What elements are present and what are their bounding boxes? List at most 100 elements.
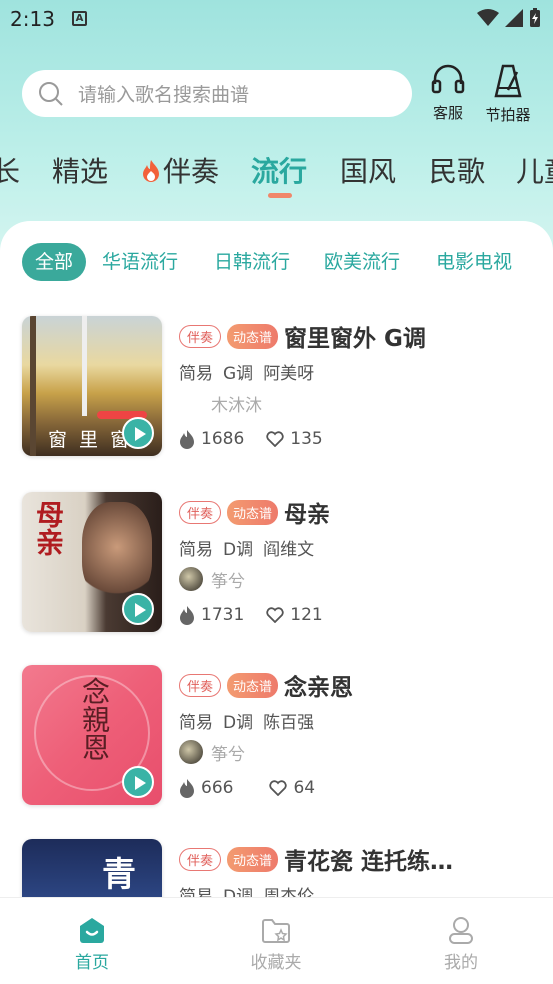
cover-text: 窗 里 窗 [48, 429, 133, 451]
artist: 阎维文 [263, 540, 315, 560]
song-cover[interactable]: 窗 里 窗 [22, 316, 162, 456]
search-input[interactable]: 请输入歌名搜索曲谱 [22, 70, 412, 117]
nav-favorites[interactable]: 收藏夹 [236, 916, 316, 973]
nav-mine[interactable]: 我的 [421, 916, 501, 973]
song-cover[interactable]: 母亲 [22, 492, 162, 632]
uploader[interactable]: 木沐沐 [179, 391, 539, 416]
like-count: 64 [293, 778, 316, 798]
difficulty: 简易 [179, 713, 213, 733]
song-item[interactable]: 念親恩 伴奏 动态谱 念亲恩 简易 D调 陈百强 筝兮 666 64 [22, 665, 542, 807]
active-tab-indicator [268, 193, 292, 198]
tab-category-1[interactable]: 精选 [52, 150, 108, 190]
user-icon [421, 916, 501, 944]
song-stats: 666 64 [179, 778, 539, 798]
tab-category-2[interactable]: 伴奏 [163, 150, 219, 190]
tab-category-4[interactable]: 国风 [340, 150, 396, 190]
battery-icon [530, 8, 540, 27]
subtab-2[interactable]: 日韩流行 [214, 243, 290, 281]
difficulty: 简易 [179, 364, 213, 384]
customer-service-button[interactable]: 客服 [418, 64, 478, 123]
heart-icon[interactable] [266, 607, 284, 623]
accompaniment-tag: 伴奏 [179, 847, 222, 871]
uploader-name: 筝兮 [211, 571, 245, 592]
cover-text: 母亲 [32, 500, 65, 556]
bottom-navigation: 首页 收藏夹 我的 [0, 897, 553, 984]
subcategory-tabs: 全部 华语流行 日韩流行 欧美流行 电影电视 [0, 243, 553, 283]
heart-icon[interactable] [269, 780, 288, 796]
accompaniment-tag: 伴奏 [179, 500, 222, 524]
song-meta: 简易 G调 阿美呀 [179, 359, 539, 384]
search-placeholder: 请输入歌名搜索曲谱 [78, 84, 250, 106]
like-count: 135 [290, 429, 323, 449]
subtab-3[interactable]: 欧美流行 [324, 243, 400, 281]
artist: 陈百强 [263, 713, 315, 733]
song-stats: 1731 121 [179, 605, 539, 625]
avatar [179, 391, 203, 415]
song-meta: 简易 D调 陈百强 [179, 708, 539, 733]
avatar [179, 567, 203, 591]
key: D调 [223, 713, 254, 733]
nav-home[interactable]: 首页 [52, 916, 132, 973]
cover-text: 念親恩 [78, 677, 111, 761]
dynamic-score-tag: 动态谱 [227, 323, 279, 349]
headset-icon [431, 64, 465, 94]
metronome-icon [494, 64, 522, 98]
artist: 阿美呀 [263, 364, 315, 384]
home-icon [52, 916, 132, 944]
signal-icon [505, 9, 523, 27]
subtab-4[interactable]: 电影电视 [436, 243, 512, 281]
song-title: 念亲恩 [284, 675, 354, 701]
nav-home-label: 首页 [75, 953, 109, 973]
notification-a-icon: A [72, 11, 87, 26]
uploader[interactable]: 筝兮 [179, 740, 539, 765]
tab-category-5[interactable]: 民歌 [429, 150, 485, 190]
song-cover[interactable]: 念親恩 [22, 665, 162, 805]
status-time: 2:13 [10, 7, 55, 31]
dynamic-score-tag: 动态谱 [227, 672, 279, 698]
accompaniment-tag: 伴奏 [179, 324, 222, 348]
search-icon [39, 81, 63, 106]
wifi-icon [477, 9, 499, 26]
customer-service-label: 客服 [432, 104, 463, 122]
uploader-name: 筝兮 [211, 744, 245, 765]
uploader-name: 木沐沐 [211, 395, 262, 416]
key: G调 [223, 364, 254, 384]
play-button[interactable] [122, 766, 154, 798]
like-count: 121 [290, 605, 323, 625]
flame-icon [179, 778, 195, 798]
play-count: 1686 [201, 429, 245, 449]
difficulty: 简易 [179, 540, 213, 560]
nav-favorites-label: 收藏夹 [250, 953, 302, 973]
play-button[interactable] [122, 417, 154, 449]
play-button[interactable] [122, 593, 154, 625]
accompaniment-tag: 伴奏 [179, 673, 222, 697]
flame-icon [179, 605, 195, 625]
dynamic-score-tag: 动态谱 [227, 846, 279, 872]
play-count: 1731 [201, 605, 245, 625]
status-icons [477, 8, 541, 28]
folder-star-icon [236, 916, 316, 944]
avatar [179, 740, 203, 764]
tab-category-0[interactable]: 长 [0, 150, 20, 190]
song-meta: 简易 D调 阎维文 [179, 535, 539, 560]
song-item[interactable]: 母亲 伴奏 动态谱 母亲 简易 D调 阎维文 筝兮 1731 121 [22, 492, 542, 634]
song-stats: 1686 135 [179, 429, 539, 449]
tab-category-3[interactable]: 流行 [251, 150, 307, 190]
metronome-label: 节拍器 [485, 106, 531, 124]
song-title: 窗里窗外 G调 [284, 326, 426, 352]
status-bar: 2:13 A [0, 0, 553, 40]
uploader[interactable]: 筝兮 [179, 567, 539, 592]
flame-icon [179, 429, 195, 449]
play-count: 666 [201, 778, 234, 798]
subtab-1[interactable]: 华语流行 [102, 243, 178, 281]
tab-category-6[interactable]: 儿童 [516, 150, 553, 190]
song-item[interactable]: 窗 里 窗 伴奏 动态谱 窗里窗外 G调 简易 G调 阿美呀 木沐沐 1686 13… [22, 316, 542, 458]
metronome-button[interactable]: 节拍器 [478, 64, 538, 125]
nav-mine-label: 我的 [444, 953, 478, 973]
cover-text: 青 [102, 855, 136, 895]
key: D调 [223, 540, 254, 560]
fire-icon [141, 159, 161, 187]
heart-icon[interactable] [266, 431, 284, 447]
song-title: 青花瓷 连托练… [284, 849, 454, 875]
subtab-0[interactable]: 全部 [22, 243, 87, 281]
